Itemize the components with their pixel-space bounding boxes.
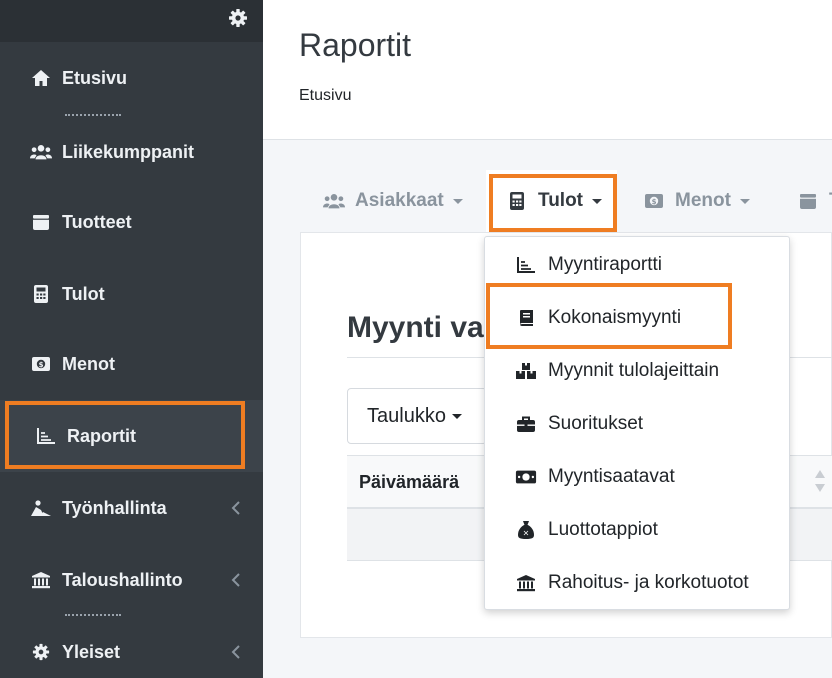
- chevron-left-icon[interactable]: [230, 572, 242, 588]
- caret-down-icon: [451, 413, 462, 419]
- sidebar-item-liikekumppanit[interactable]: Liikekumppanit: [0, 122, 263, 182]
- caret-down-icon: [452, 198, 463, 204]
- menu-item-label: Myynnit tulolajeittain: [548, 360, 720, 381]
- menu-item-label: Rahoitus- ja korkotuotot: [548, 572, 749, 593]
- view-mode-dropdown-button[interactable]: Taulukko: [347, 388, 487, 444]
- sidebar-item-yleiset[interactable]: Yleiset: [0, 622, 263, 678]
- menu-item-rahoitus-ja-korkotuotot[interactable]: Rahoitus- ja korkotuotot: [485, 557, 789, 609]
- sidebar-item-label: Tulot: [62, 283, 105, 304]
- breadcrumb[interactable]: Etusivu: [299, 87, 351, 105]
- menu-item-label: Luottotappiot: [548, 519, 658, 540]
- tab-label: Menot: [675, 190, 731, 211]
- home-icon: [30, 67, 52, 89]
- menu-item-suoritukset[interactable]: Suoritukset: [485, 398, 789, 450]
- sidebar-item-label: Etusivu: [62, 67, 128, 88]
- card-title: Myynti val: [347, 311, 493, 344]
- sidebar-item-tulot[interactable]: Tulot: [0, 264, 263, 324]
- chart-icon: [515, 254, 537, 276]
- sidebar: Etusivu Liikekumppanit Tuotteet Tulot $ …: [0, 0, 263, 678]
- divider: [65, 614, 121, 616]
- money-bag-icon: ×: [515, 519, 537, 541]
- tab-asiakkaat[interactable]: Asiakkaat: [323, 170, 463, 232]
- sidebar-item-label: Liikekumppanit: [62, 141, 195, 162]
- chevron-left-icon[interactable]: [230, 500, 242, 516]
- sidebar-item-menot[interactable]: $ Menot: [0, 334, 263, 394]
- worker-icon: [30, 497, 52, 519]
- bank-icon: [515, 572, 537, 594]
- tab-label: Asiakkaat: [355, 190, 444, 211]
- sidebar-item-label: Työnhallinta: [62, 497, 167, 518]
- svg-text:×: ×: [523, 529, 530, 538]
- sidebar-item-label: Yleiset: [62, 641, 121, 662]
- sort-icon[interactable]: [814, 468, 826, 494]
- boxes-icon: [515, 360, 537, 382]
- chevron-left-icon[interactable]: [230, 644, 242, 660]
- box-icon: [30, 211, 52, 233]
- view-mode-label: Taulukko: [367, 404, 446, 427]
- sidebar-item-etusivu[interactable]: Etusivu: [0, 48, 263, 108]
- money-bill-icon: [515, 466, 537, 488]
- svg-text:$: $: [652, 198, 657, 206]
- bank-icon: [30, 569, 52, 591]
- menu-item-myyntisaatavat[interactable]: Myyntisaatavat: [485, 451, 789, 503]
- settings-gear-icon[interactable]: [228, 8, 248, 28]
- divider: [65, 114, 121, 116]
- breadcrumb-item-etusivu[interactable]: Etusivu: [299, 87, 351, 104]
- svg-text:$: $: [39, 361, 44, 369]
- money-icon: $: [643, 190, 665, 212]
- sidebar-item-label: Menot: [62, 353, 115, 374]
- menu-item-label: Myyntisaatavat: [548, 466, 675, 487]
- menu-item-label: Suoritukset: [548, 413, 644, 434]
- tab-menot[interactable]: $ Menot: [643, 170, 750, 232]
- briefcase-icon: [515, 413, 537, 435]
- money-icon: $: [30, 353, 52, 375]
- page-header: Raportit Etusivu: [263, 0, 832, 140]
- menu-item-label: Myyntiraportti: [548, 254, 663, 275]
- menu-item-myynnit-tulolajeittain[interactable]: Myynnit tulolajeittain: [485, 345, 789, 397]
- page-title: Raportit: [299, 27, 412, 63]
- sidebar-item-taloushallinto[interactable]: Taloushallinto: [0, 550, 263, 610]
- gear-icon: [30, 641, 52, 663]
- users-icon: [30, 141, 52, 163]
- calculator-icon: [30, 283, 52, 305]
- sidebar-item-tuotteet[interactable]: Tuotteet: [0, 192, 263, 252]
- sidebar-header: [0, 0, 263, 42]
- users-icon: [323, 190, 345, 212]
- caret-down-icon: [739, 198, 750, 204]
- sidebar-item-label: Taloushallinto: [62, 569, 183, 590]
- highlight-box-kokonaismyynti: [486, 283, 732, 349]
- box-icon: [797, 190, 819, 212]
- column-header-date[interactable]: Päivämäärä: [359, 472, 459, 493]
- sidebar-item-tyonhallinta[interactable]: Työnhallinta: [0, 478, 263, 538]
- highlight-box-raportit: [5, 401, 245, 469]
- highlight-box-tulot: [489, 174, 617, 232]
- tab-tuotteet[interactable]: T: [797, 170, 832, 232]
- sidebar-item-label: Tuotteet: [62, 211, 132, 232]
- menu-item-luottotappiot[interactable]: × Luottotappiot: [485, 504, 789, 556]
